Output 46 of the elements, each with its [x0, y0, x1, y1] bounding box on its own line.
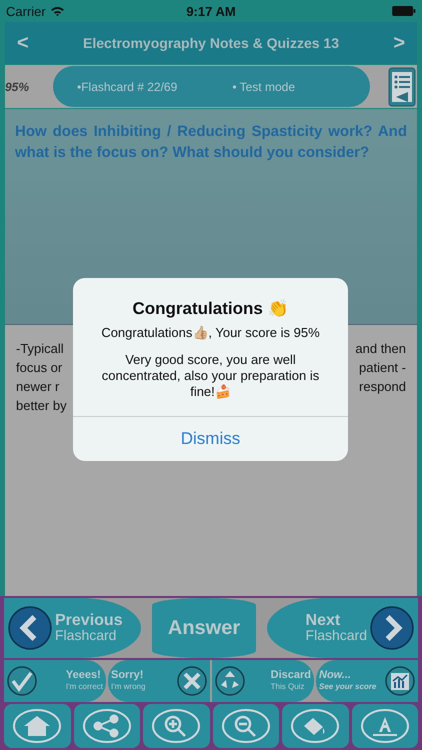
answer-text: focus or — [16, 359, 62, 377]
score-label: 95% — [5, 80, 30, 94]
share-icon — [82, 708, 132, 744]
answer-text: patient - — [359, 359, 406, 377]
answer-text: respond — [359, 378, 406, 396]
flashcard-counter: •Flashcard # 22/69 — [77, 80, 178, 94]
dialog-body: Very good score, you are well concentrated, also your preparation is fine!🍰 — [100, 352, 320, 400]
back-button[interactable]: < — [17, 32, 29, 54]
cross-icon — [177, 666, 207, 696]
wifi-icon — [50, 6, 65, 16]
fill-button[interactable] — [282, 704, 348, 748]
next-button[interactable]: Next Flashcard — [267, 598, 418, 658]
app-title: Electromyography Notes & Quizzes 13 — [83, 35, 339, 51]
dismiss-button[interactable]: Dismiss — [73, 416, 348, 461]
chart-icon — [385, 666, 415, 696]
battery-icon — [392, 6, 416, 16]
paint-bucket-icon — [290, 708, 340, 744]
home-icon — [12, 708, 62, 744]
dialog-message: Congratulations👍🏼, Your score is 95% — [100, 325, 321, 340]
recycle-icon — [215, 666, 245, 696]
discard-button[interactable]: Discard This Quiz — [212, 660, 314, 702]
share-button[interactable] — [74, 704, 140, 748]
forward-button[interactable]: > — [393, 32, 405, 54]
clock: 9:17 AM — [185, 4, 237, 18]
font-icon — [360, 708, 410, 744]
font-button[interactable] — [352, 704, 418, 748]
dialog-title: Congratulations 👏 — [131, 298, 290, 319]
correct-button[interactable]: Yeees! I'm correct — [4, 660, 106, 702]
checkmark-icon — [7, 666, 37, 696]
question-text: How does Inhibiting / Reducing Spasticity work? And what is the focus on? What should you consider? — [15, 122, 407, 163]
zoom-in-icon — [151, 708, 202, 744]
answer-button[interactable]: Answer — [152, 598, 256, 658]
score-button[interactable]: Now... See your score — [316, 660, 418, 702]
home-button[interactable] — [4, 704, 70, 748]
zoom-out-icon — [220, 708, 271, 744]
zoom-in-button[interactable] — [143, 704, 210, 748]
wrong-button[interactable]: Sorry! I'm wrong — [108, 660, 210, 702]
carrier-label: Carrier — [6, 4, 46, 18]
list-icon[interactable] — [388, 66, 416, 106]
previous-button[interactable]: Previous Flashcard — [4, 598, 141, 658]
answer-text: better by — [16, 397, 67, 415]
answer-text: and then — [355, 340, 406, 358]
answer-text: newer r — [16, 378, 60, 396]
answer-text: -Typicall — [16, 340, 64, 358]
mode-label: • Test mode — [232, 80, 295, 94]
zoom-out-button[interactable] — [212, 704, 279, 748]
